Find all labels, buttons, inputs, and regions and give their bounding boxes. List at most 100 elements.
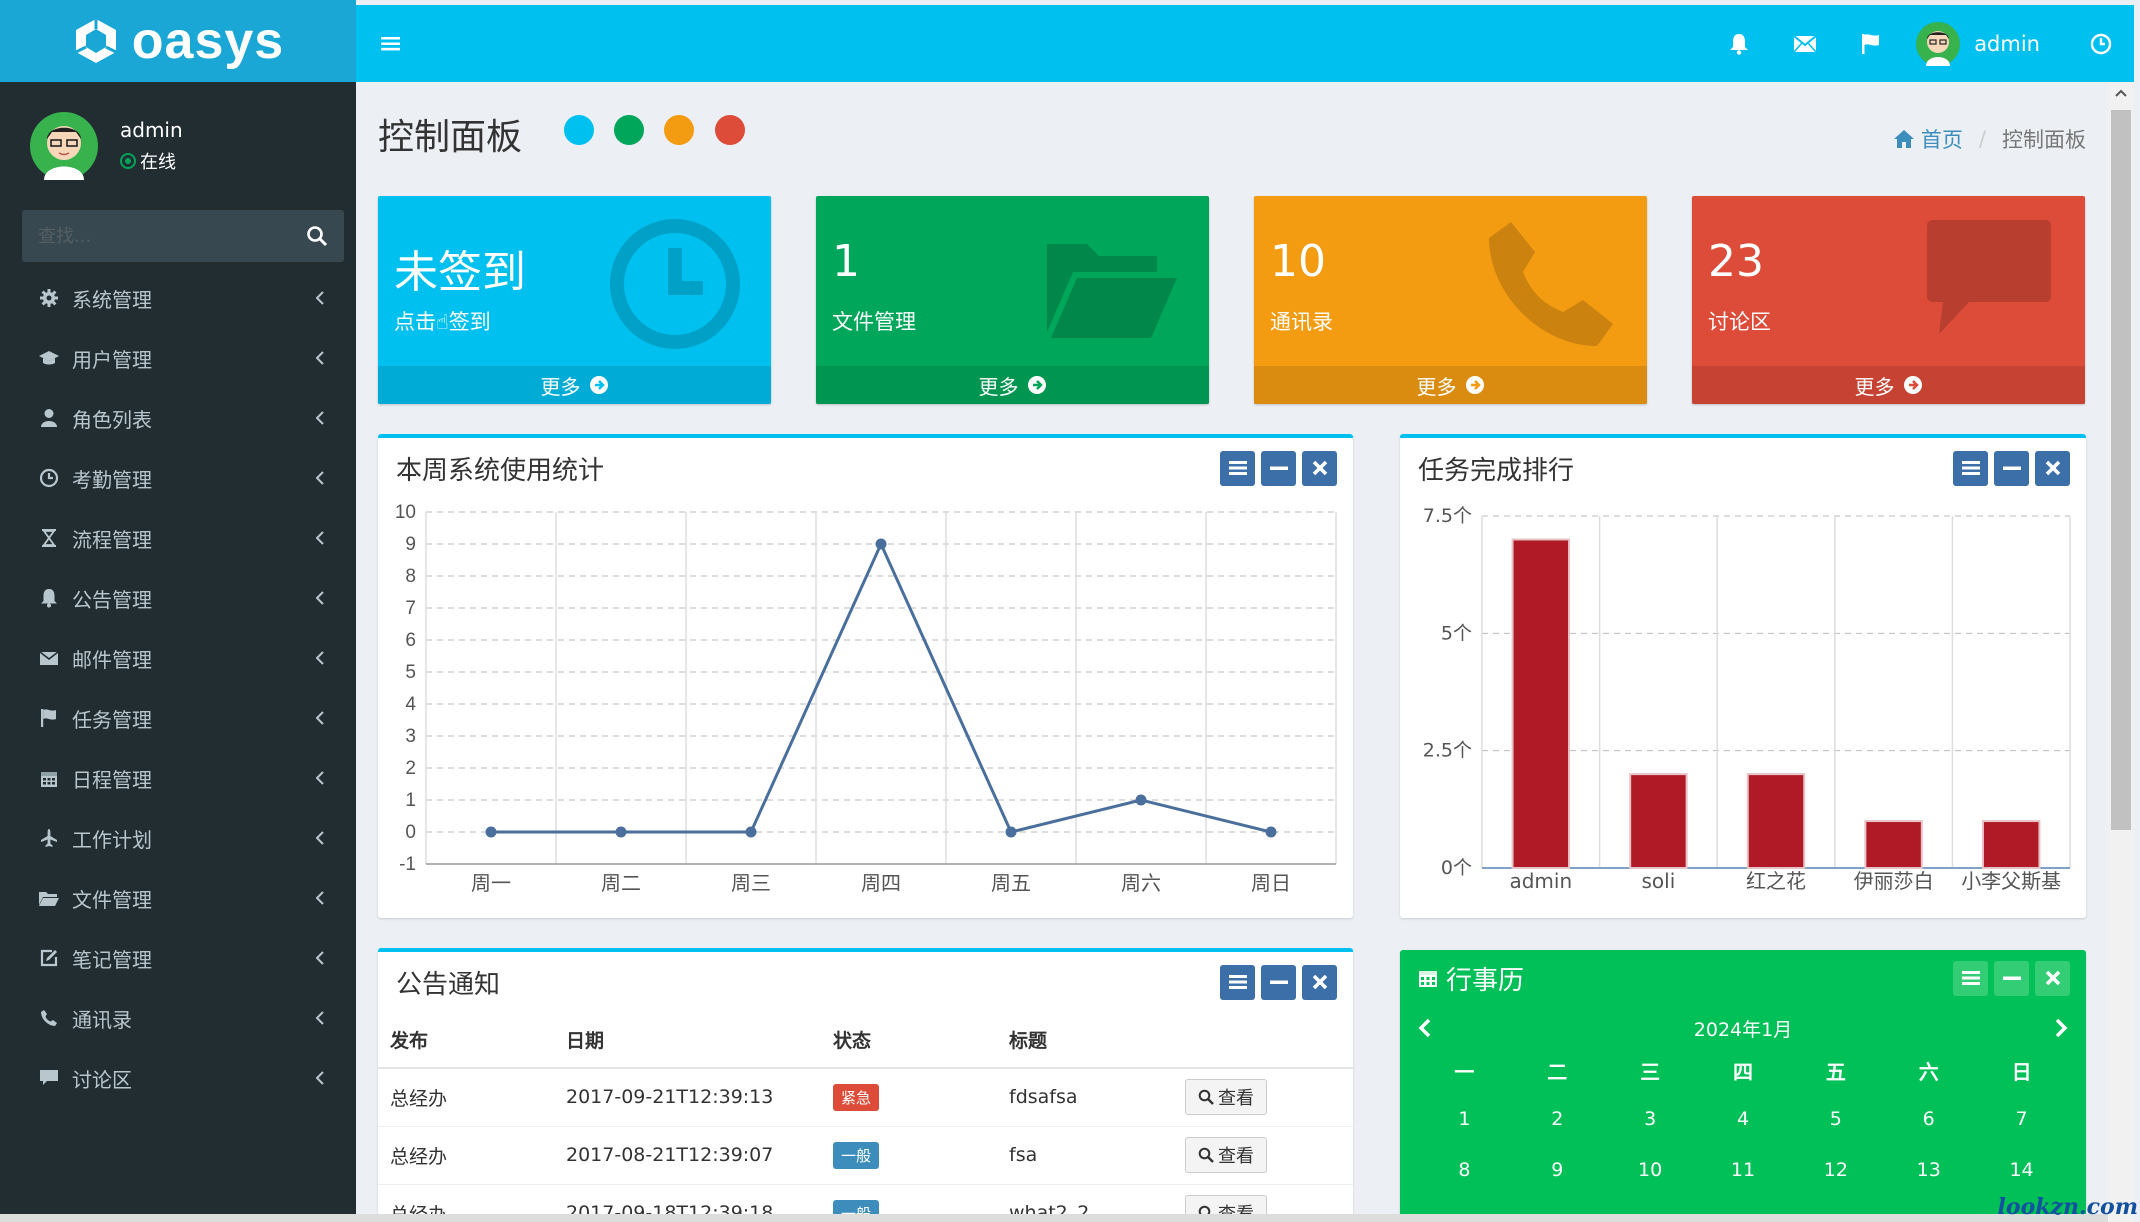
skin-color-green[interactable]	[614, 115, 644, 145]
chevron-left-icon	[315, 591, 324, 605]
sidebar-search-input[interactable]	[38, 225, 306, 247]
calendar-day[interactable]: 10	[1604, 1145, 1697, 1196]
sidebar-item-contacts[interactable]: 通讯录	[0, 988, 356, 1048]
tasks-button[interactable]	[1838, 5, 1904, 82]
sidebar-toggle-icon[interactable]: ≡	[378, 26, 403, 61]
sidebar-item-system[interactable]: 系统管理	[0, 268, 356, 328]
collapse-button[interactable]	[1994, 450, 2029, 486]
sidebar-item-mail[interactable]: 邮件管理	[0, 628, 356, 688]
chevron-left-icon[interactable]	[1418, 1018, 1432, 1038]
skin-color-orange[interactable]	[664, 115, 694, 145]
sidebar-item-tasks[interactable]: 任务管理	[0, 688, 356, 748]
messages-button[interactable]	[1772, 5, 1838, 82]
sidebar-menu: 系统管理 用户管理 角色列表 考勤管理 流程管理 公告管理 邮件管理 任务管理 …	[0, 268, 356, 1108]
column-header: 发布	[378, 1012, 554, 1069]
clock-icon	[610, 219, 740, 349]
sidebar-item-notes[interactable]: 笔记管理	[0, 928, 356, 988]
sidebar-item-files[interactable]: 文件管理	[0, 868, 356, 928]
calendar-day[interactable]: 14	[1975, 1145, 2068, 1196]
minus-icon	[1269, 980, 1288, 984]
scrollbar-thumb[interactable]	[2111, 110, 2131, 830]
search-icon[interactable]	[306, 225, 328, 247]
bell-icon	[38, 587, 60, 609]
menu-button[interactable]	[1953, 450, 1988, 486]
breadcrumb-home[interactable]: 首页	[1893, 124, 1963, 154]
series-line	[491, 540, 1272, 834]
flag-icon	[38, 707, 60, 729]
collapse-button[interactable]	[1261, 964, 1296, 1000]
data-point	[875, 538, 887, 550]
menu-button[interactable]	[1220, 450, 1255, 486]
status-badge: 紧急	[833, 1083, 880, 1111]
sidebar-item-users[interactable]: 用户管理	[0, 328, 356, 388]
y-tick-label: 7	[405, 598, 416, 619]
skin-color-red[interactable]	[715, 115, 745, 145]
calendar-day[interactable]: 4	[1697, 1094, 1790, 1145]
sidebar-item-work-plan[interactable]: 工作计划	[0, 808, 356, 868]
more-link[interactable]: 更多	[816, 366, 1209, 404]
calendar-day[interactable]: 7	[1975, 1094, 2068, 1145]
sidebar-item-announcements[interactable]: 公告管理	[0, 568, 356, 628]
more-link[interactable]: 更多	[1692, 366, 2085, 404]
more-link[interactable]: 更多	[378, 366, 771, 404]
more-link-label: 更多	[978, 374, 1019, 399]
scroll-up-icon[interactable]	[2108, 82, 2134, 104]
y-tick-label: 10	[395, 502, 416, 523]
skin-color-blue[interactable]	[564, 115, 594, 145]
chevron-right-icon[interactable]	[2054, 1018, 2068, 1038]
collapse-button[interactable]	[1994, 960, 2029, 996]
cell-title: fdsafsa	[997, 1067, 1173, 1126]
x-tick-label: 红之花	[1746, 869, 1806, 893]
calendar-day[interactable]: 12	[1789, 1145, 1882, 1196]
menu-button[interactable]	[1220, 964, 1255, 1000]
bar	[1864, 820, 1923, 870]
clock-icon	[2090, 33, 2112, 54]
sidebar-item-label: 日程管理	[72, 767, 152, 792]
close-button[interactable]	[2035, 960, 2070, 996]
search-icon	[1198, 1147, 1214, 1163]
close-button[interactable]	[1302, 450, 1337, 486]
calendar-day[interactable]: 2	[1511, 1094, 1604, 1145]
sidebar-item-label: 邮件管理	[72, 647, 152, 672]
view-button[interactable]: 查看	[1185, 1079, 1267, 1116]
table-row: 总经办 2017-09-21T12:39:13 紧急 fdsafsa 查看	[378, 1067, 1353, 1126]
calendar-day[interactable]: 6	[1882, 1094, 1975, 1145]
horizontal-scrollbar[interactable]	[0, 1214, 2108, 1222]
calendar-month: 2024年1月	[1693, 1018, 1793, 1041]
notifications-button[interactable]	[1706, 5, 1772, 82]
close-button[interactable]	[2035, 450, 2070, 486]
sidebar-item-discussion[interactable]: 讨论区	[0, 1048, 356, 1108]
sidebar-item-attendance[interactable]: 考勤管理	[0, 448, 356, 508]
view-button[interactable]: 查看	[1185, 1137, 1267, 1173]
box-title: 公告通知	[396, 969, 501, 1000]
box-title: 本周系统使用统计	[396, 455, 605, 486]
sidebar-item-roles[interactable]: 角色列表	[0, 388, 356, 448]
hourglass-icon	[38, 527, 60, 549]
menu-button[interactable]	[1953, 960, 1988, 996]
calendar-day[interactable]: 3	[1604, 1094, 1697, 1145]
more-link[interactable]: 更多	[1254, 366, 1647, 404]
app-logo[interactable]: oasys	[0, 0, 356, 82]
collapse-button[interactable]	[1261, 450, 1296, 486]
calendar-day[interactable]: 1	[1418, 1094, 1511, 1145]
calendar-day[interactable]: 13	[1882, 1145, 1975, 1196]
box-title: 行事历	[1446, 965, 1525, 996]
calendar-day[interactable]: 9	[1511, 1145, 1604, 1196]
user-menu[interactable]: admin	[1904, 5, 2068, 82]
signin-action[interactable]: 点击☝签到	[394, 306, 491, 336]
data-point	[1265, 826, 1277, 838]
calendar-day[interactable]: 5	[1789, 1094, 1882, 1145]
close-button[interactable]	[1302, 964, 1337, 1000]
signin-action-suffix: 签到	[448, 310, 491, 334]
sidebar-item-label: 讨论区	[72, 1067, 132, 1092]
sidebar-item-label: 考勤管理	[72, 467, 152, 492]
bars-icon	[1228, 975, 1247, 989]
calendar-day[interactable]: 8	[1418, 1145, 1511, 1196]
calendar-day[interactable]: 11	[1697, 1145, 1790, 1196]
settings-button[interactable]	[2068, 5, 2134, 82]
view-button-label: 查看	[1218, 1146, 1254, 1167]
online-status: 在线	[120, 148, 183, 174]
vertical-scrollbar[interactable]	[2108, 82, 2134, 1222]
sidebar-item-schedule[interactable]: 日程管理	[0, 748, 356, 808]
sidebar-item-process[interactable]: 流程管理	[0, 508, 356, 568]
